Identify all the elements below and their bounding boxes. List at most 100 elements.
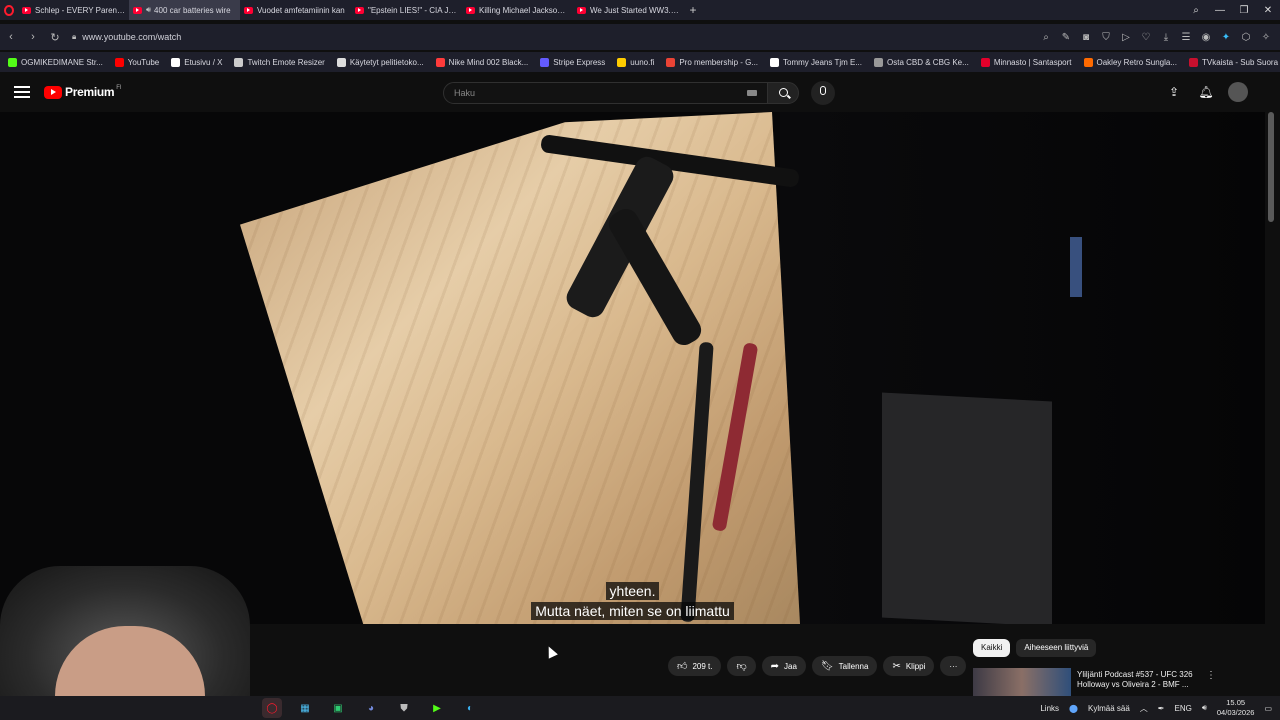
bookmark-item[interactable]: Twitch Emote Resizer (234, 57, 325, 67)
camera-icon[interactable]: ◙ (1076, 32, 1096, 43)
clock-date: 04/03/2026 (1216, 708, 1255, 717)
share-button[interactable]: ➦ Jaa (761, 656, 806, 676)
bookmark-item[interactable]: Pro membership - G... (666, 57, 758, 67)
minimize-icon[interactable]: — (1208, 5, 1232, 16)
opera-logo-icon[interactable] (0, 0, 18, 20)
notification-icon[interactable]: ▭ (1264, 704, 1272, 713)
like-button[interactable]: 👍︎ 209 t. (668, 656, 722, 676)
recommended-title[interactable]: Yliljänti Podcast #537 - UFC 326 Hollowa… (1077, 670, 1197, 690)
back-icon[interactable]: ‹ (0, 31, 22, 43)
menu-icon[interactable]: ☰ (1176, 32, 1196, 43)
windows-taskbar: ◯ ▦ ▣ ◕ ⛊ ▶ ◐ Links ⬤ Kylmää sää ︿ ✒ ENG… (0, 696, 1280, 720)
shield-app-icon[interactable]: ⛊ (394, 698, 414, 718)
heart-icon[interactable]: ♡ (1136, 32, 1156, 43)
page-scrollbar[interactable] (1268, 112, 1274, 222)
video-actions: 👍︎ 209 t. 👎︎ ➦ Jaa 🔖︎ Tallenna ✂ Klippi ··· (668, 656, 967, 676)
browser-tab[interactable]: 🔊︎ 400 car batteries wire (129, 0, 240, 20)
chart-app-icon[interactable]: ▦ (295, 698, 315, 718)
bell-icon[interactable]: 🔔︎ (1196, 82, 1216, 102)
discord-icon[interactable]: ◕ (361, 698, 381, 718)
bookmark-item[interactable]: Etusivu / X (171, 57, 222, 67)
clock[interactable]: 15.05 04/03/2026 (1217, 698, 1255, 718)
edge-icon[interactable]: ◐ (460, 698, 480, 718)
links-toolbar[interactable]: Links (1040, 704, 1059, 713)
bookmark-item[interactable]: Minnasto | Santasport (980, 57, 1072, 67)
bookmark-item[interactable]: Oakley Retro Sungla... (1083, 57, 1177, 67)
shield-icon[interactable]: ⛉ (1096, 32, 1116, 43)
menu-icon[interactable] (14, 86, 30, 98)
browser-tab[interactable]: We Just Started WW3... - Y (573, 0, 684, 20)
kebab-menu-icon[interactable]: ⋮ (1206, 670, 1216, 681)
restore-icon[interactable]: ❐ (1232, 5, 1256, 16)
bookmark-item[interactable]: Tommy Jeans Tjm E... (770, 57, 862, 67)
bookmark-label: Nike Mind 002 Black... (448, 57, 529, 67)
chip-all[interactable]: Kaikki (973, 639, 1011, 657)
save-button[interactable]: 🔖︎ Tallenna (811, 656, 878, 676)
avatar[interactable] (1228, 82, 1248, 102)
youtube-header: Premium FI Haku ⇪ 🔔︎ (0, 74, 1280, 112)
bookmark-favicon-icon (666, 57, 676, 67)
video-player[interactable]: yhteen. Mutta näet, miten se on liimattu (0, 112, 1265, 624)
close-icon[interactable]: ✕ (1256, 5, 1280, 16)
voice-search-button[interactable] (811, 81, 835, 105)
upload-icon[interactable]: ⇪ (1164, 82, 1184, 102)
chip-related[interactable]: Aiheeseen liittyviä (1016, 639, 1097, 657)
keyboard-icon[interactable] (747, 90, 757, 96)
green-app-icon[interactable]: ▣ (328, 698, 348, 718)
speaker-icon[interactable]: 🔊︎ (1202, 703, 1207, 713)
tab-title: Vuodet amfetamiinin kan (257, 5, 345, 15)
search-input[interactable]: Haku (443, 82, 768, 104)
reload-icon[interactable]: ↻ (44, 31, 66, 44)
search-tabs-icon[interactable]: ⌕ (1184, 5, 1208, 16)
youtube-favicon-icon (22, 6, 31, 14)
forward-icon[interactable]: › (22, 31, 44, 43)
bookmark-item[interactable]: Stripe Express (540, 57, 605, 67)
recommended-video[interactable]: Yliljänti Podcast #537 - UFC 326 Hollowa… (973, 668, 1273, 696)
pen-icon[interactable]: ✒ (1158, 704, 1165, 713)
video-plywood-board (240, 112, 800, 624)
browser-tab[interactable]: Schlep - EVERY Parent Ne (18, 0, 129, 20)
weather-label[interactable]: Kylmää sää (1088, 704, 1130, 713)
system-tray: Links ⬤ Kylmää sää ︿ ✒ ENG 🔊︎ 15.05 04/0… (1040, 696, 1280, 720)
bookmark-label: Tommy Jeans Tjm E... (783, 57, 862, 67)
extension-icon[interactable]: ✦ (1216, 32, 1236, 43)
browser-tab-strip: Schlep - EVERY Parent Ne 🔊︎ 400 car batter… (0, 0, 1280, 20)
play-icon[interactable]: ▷ (1116, 32, 1136, 43)
download-icon[interactable]: ⤓ (1156, 32, 1176, 43)
search-button[interactable] (767, 82, 799, 104)
bookmark-item[interactable]: OGMIKEDIMANE Str... (8, 57, 103, 67)
kick-app-icon[interactable]: ▶ (427, 698, 447, 718)
chevron-up-icon[interactable]: ︿ (1140, 703, 1148, 714)
bookmark-item[interactable]: Käytetyt pelitietoko... (336, 57, 424, 67)
more-actions-button[interactable]: ··· (940, 656, 967, 676)
tab-audio-icon[interactable]: 🔊︎ (146, 5, 151, 15)
edit-icon[interactable]: ✎ (1056, 32, 1076, 43)
dislike-button[interactable]: 👎︎ (727, 656, 756, 676)
browser-tab[interactable]: Vuodet amfetamiinin kan (240, 0, 351, 20)
bookmark-item[interactable]: Nike Mind 002 Black... (435, 57, 529, 67)
bookmark-favicon-icon (617, 57, 627, 67)
cube-icon[interactable]: ⬡ (1236, 32, 1256, 43)
search-icon[interactable]: ⌕ (1036, 32, 1056, 43)
bookmark-favicon-icon (1188, 57, 1198, 67)
bookmark-label: Osta CBD & CBG Ke... (887, 57, 969, 67)
profile-icon[interactable]: ◉ (1196, 32, 1216, 43)
header-actions: ⇪ 🔔︎ (1164, 82, 1248, 102)
url-field[interactable]: www.youtube.com/watch (82, 32, 181, 42)
new-tab-button[interactable]: + (684, 3, 702, 17)
bookmark-item[interactable]: YouTube (114, 57, 159, 67)
browser-tab[interactable]: Killing Michael Jackson: T (462, 0, 573, 20)
bookmark-item[interactable]: uuno.fi (617, 57, 654, 67)
recommended-thumbnail[interactable] (973, 668, 1071, 696)
youtube-play-icon (44, 85, 62, 99)
bookmark-item[interactable]: Osta CBD & CBG Ke... (874, 57, 969, 67)
bookmark-item[interactable]: TVkaista - Sub Suora (1188, 57, 1278, 67)
aria-icon[interactable]: ✧ (1256, 32, 1276, 43)
clock-time: 15.05 (1226, 698, 1246, 707)
language-label[interactable]: ENG (1175, 704, 1192, 713)
youtube-logo[interactable]: Premium FI (44, 85, 122, 99)
browser-tab[interactable]: "Epstein LIES!" - CIA John (351, 0, 462, 20)
clip-button[interactable]: ✂ Klippi (883, 656, 935, 676)
youtube-favicon-icon (244, 6, 253, 14)
opera-taskbar-icon[interactable]: ◯ (262, 698, 282, 718)
